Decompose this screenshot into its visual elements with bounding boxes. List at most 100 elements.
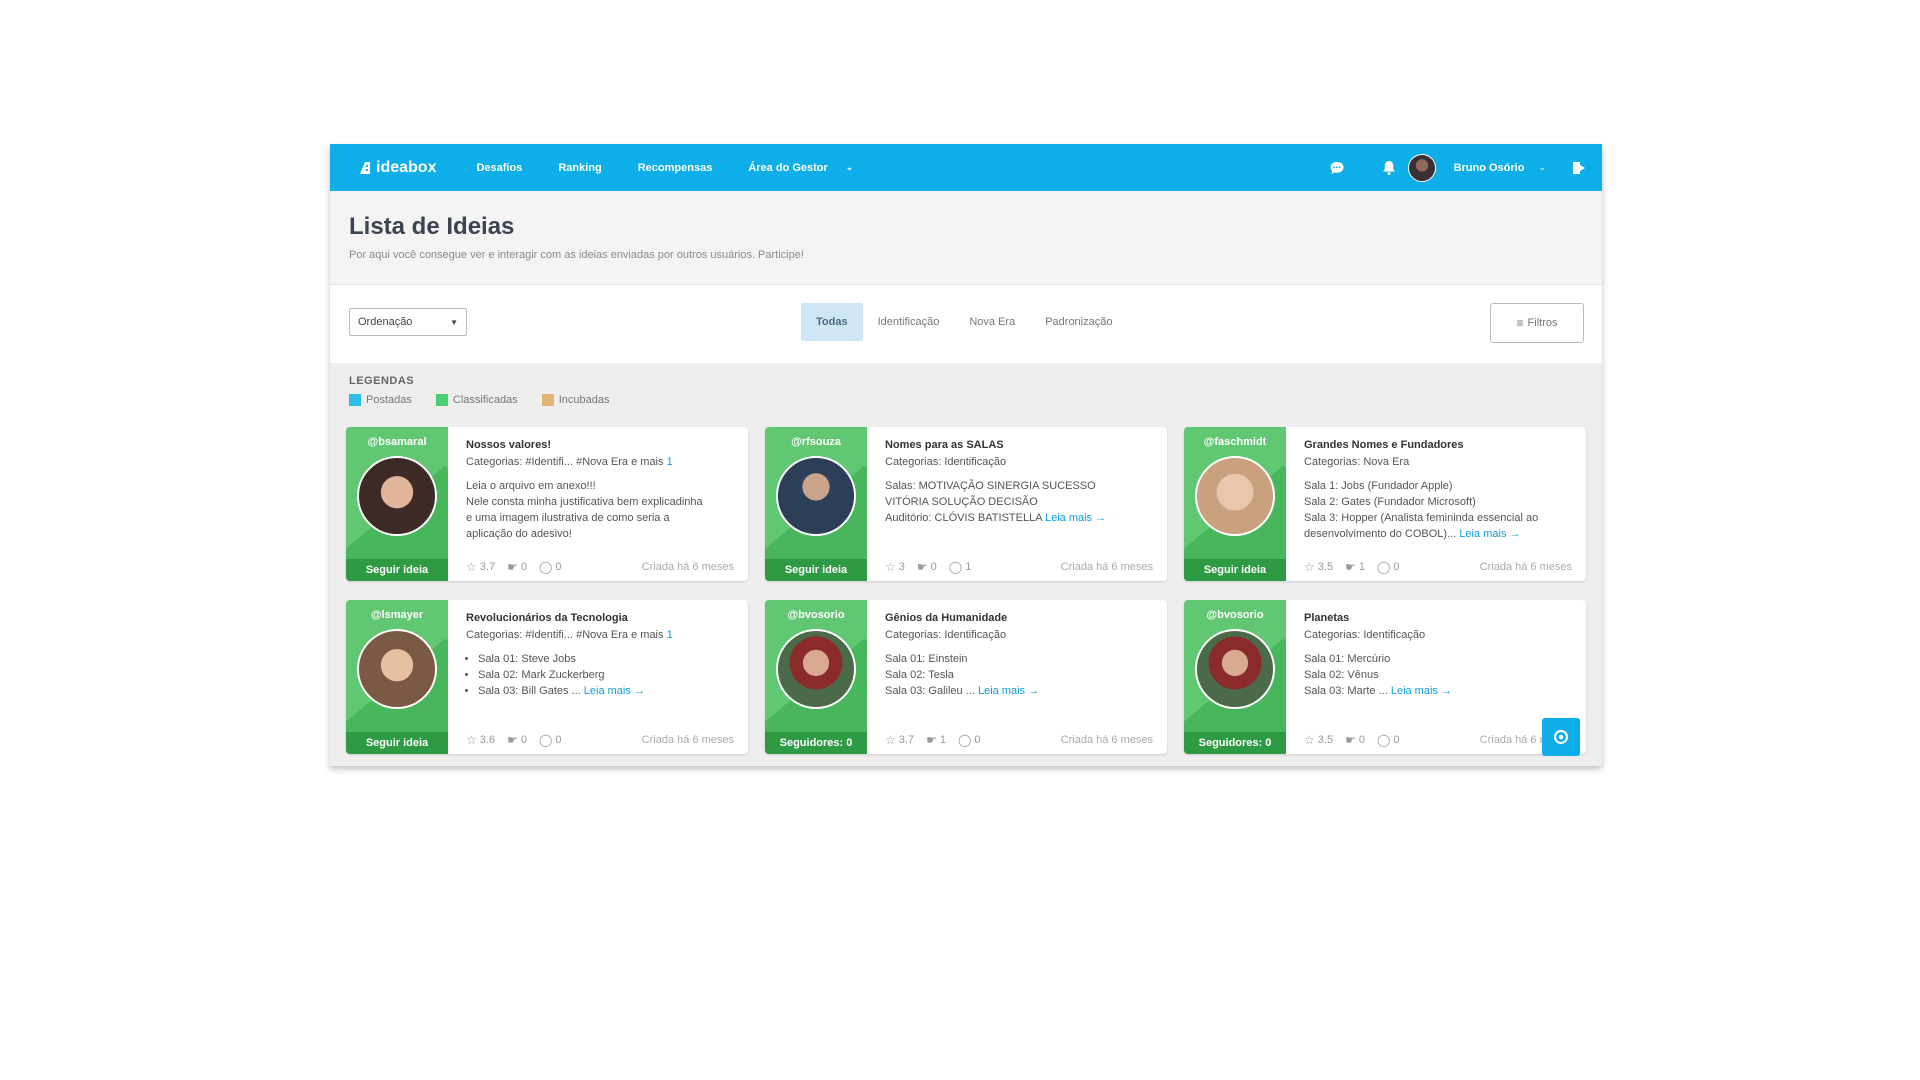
like-stat[interactable]: ☛ 1: [1345, 560, 1365, 574]
filters-label: Filtros: [1527, 317, 1558, 329]
idea-card[interactable]: @bvosorio Seguidores: 0 Planetas Categor…: [1184, 600, 1586, 754]
follow-idea-button[interactable]: Seguir ideia: [1184, 559, 1286, 581]
chat-icon[interactable]: [1328, 159, 1346, 177]
idea-description: Sala 1: Jobs (Fundador Apple) Sala 2: Ga…: [1304, 478, 1572, 542]
author-handle[interactable]: @bvosorio: [765, 609, 867, 621]
rating-stat[interactable]: ☆ 3.7: [466, 560, 495, 574]
author-handle[interactable]: @lsmayer: [346, 609, 448, 621]
idea-card[interactable]: @faschmidt Seguir ideia Grandes Nomes e …: [1184, 427, 1586, 581]
rating-stat[interactable]: ☆ 3.7: [885, 733, 914, 747]
rating-stat[interactable]: ☆ 3.6: [466, 733, 495, 747]
like-stat[interactable]: ☛ 0: [917, 560, 937, 574]
comment-stat[interactable]: ◯ 0: [1377, 560, 1400, 574]
read-more-link[interactable]: Leia mais →: [978, 685, 1039, 697]
idea-title[interactable]: Gênios da Humanidade: [885, 612, 1153, 624]
author-handle[interactable]: @faschmidt: [1184, 436, 1286, 448]
comment-stat[interactable]: ◯ 0: [1377, 733, 1400, 747]
created-date: Criada há 6 meses: [1060, 734, 1153, 746]
idea-title[interactable]: Grandes Nomes e Fundadores: [1304, 439, 1572, 451]
rating-stat[interactable]: ☆ 3.5: [1304, 560, 1333, 574]
idea-categories: Categorias: Identificação: [885, 456, 1153, 468]
thumbs-up-icon: ☛: [1345, 733, 1356, 747]
card-body: Planetas Categorias: Identificação Sala …: [1286, 600, 1586, 754]
card-author-panel: @bvosorio Seguidores: 0: [1184, 600, 1286, 754]
idea-title[interactable]: Nossos valores!: [466, 439, 734, 451]
desc-line: aplicação do adesivo!: [466, 528, 572, 540]
star-icon: ☆: [1304, 733, 1315, 747]
like-count: 0: [1358, 734, 1365, 746]
tab-padronizacao[interactable]: Padronização: [1030, 303, 1127, 341]
idea-card[interactable]: @bvosorio Seguidores: 0 Gênios da Humani…: [765, 600, 1167, 754]
idea-card[interactable]: @bsamaral Seguir ideia Nossos valores! C…: [346, 427, 748, 581]
created-date: Criada há 6 meses: [1479, 561, 1572, 573]
categories-label: Categorias:: [1304, 456, 1361, 468]
like-stat[interactable]: ☛ 0: [507, 733, 527, 747]
comment-stat[interactable]: ◯ 1: [949, 560, 972, 574]
nav-link-recompensas[interactable]: Recompensas: [638, 162, 713, 174]
author-avatar: [776, 456, 856, 536]
thumbs-up-icon: ☛: [916, 560, 928, 574]
desc-line: Sala 3: Hopper (Analista femininda essen…: [1304, 512, 1539, 524]
follow-idea-button[interactable]: Seguir ideia: [765, 559, 867, 581]
read-more-link[interactable]: Leia mais →: [584, 685, 645, 697]
bell-icon[interactable]: [1380, 159, 1398, 177]
idea-title[interactable]: Nomes para as SALAS: [885, 439, 1153, 451]
comment-stat[interactable]: ◯ 0: [539, 733, 562, 747]
idea-card[interactable]: @rfsouza Seguir ideia Nomes para as SALA…: [765, 427, 1167, 581]
like-count: 0: [520, 561, 527, 573]
comment-count: 0: [555, 734, 562, 746]
read-more-link[interactable]: Leia mais →: [1459, 528, 1520, 540]
card-footer: ☆ 3.6 ☛ 0 ◯ 0 Criada há 6 meses: [466, 733, 734, 747]
desc-text: Auditório: CLÓVIS BATISTELLA: [885, 512, 1042, 524]
categories-more-link[interactable]: 1: [667, 629, 673, 641]
filters-button[interactable]: ≡ Filtros: [1490, 303, 1584, 343]
sort-select[interactable]: Ordenação ▼: [349, 308, 467, 336]
idea-categories: Categorias: Nova Era: [1304, 456, 1572, 468]
author-handle[interactable]: @bvosorio: [1184, 609, 1286, 621]
read-more-link[interactable]: Leia mais →: [1045, 512, 1106, 524]
desc-text: desenvolvimento do COBOL)...: [1304, 528, 1457, 540]
idea-title[interactable]: Revolucionários da Tecnologia: [466, 612, 734, 624]
app-window: ideabox Desafios Ranking Recompensas Áre…: [330, 144, 1602, 766]
nav-link-ranking[interactable]: Ranking: [558, 162, 601, 174]
desc-line: Nele consta minha justificativa bem expl…: [466, 496, 703, 508]
idea-description: Sala 01: Steve Jobs Sala 02: Mark Zucker…: [466, 651, 734, 699]
thumbs-up-icon: ☛: [507, 733, 518, 747]
author-handle[interactable]: @bsamaral: [346, 436, 448, 448]
follow-idea-button[interactable]: Seguir ideia: [346, 732, 448, 754]
floating-action-button[interactable]: [1542, 718, 1580, 756]
tab-todas[interactable]: Todas: [801, 303, 863, 341]
categories-more-link[interactable]: 1: [667, 456, 673, 468]
like-stat[interactable]: ☛ 0: [507, 560, 527, 574]
desc-text: Sala 03: Galileu ...: [885, 685, 975, 697]
comment-icon: ◯: [538, 560, 553, 574]
nav-link-desafios[interactable]: Desafios: [476, 162, 522, 174]
card-footer: ☆ 3.7 ☛ 1 ◯ 0 Criada há 6 meses: [885, 733, 1153, 747]
idea-title[interactable]: Planetas: [1304, 612, 1572, 624]
thumbs-up-icon: ☛: [507, 560, 518, 574]
ideabox-logo[interactable]: ideabox: [358, 159, 436, 177]
rating-stat[interactable]: ☆ 3: [885, 560, 905, 574]
rating-value: 3.7: [898, 734, 915, 746]
nav-dropdown-gestor[interactable]: Área do Gestor ⌄: [748, 162, 853, 174]
comment-stat[interactable]: ◯ 0: [958, 733, 981, 747]
desc-line: Sala 02: Vênus: [1304, 669, 1379, 681]
tab-nova-era[interactable]: Nova Era: [954, 303, 1030, 341]
user-menu[interactable]: Bruno Osório ⌄: [1407, 153, 1570, 182]
follow-idea-button[interactable]: Seguir ideia: [346, 559, 448, 581]
rating-stat[interactable]: ☆ 3.5: [1304, 733, 1333, 747]
thumbs-up-icon: ☛: [1345, 560, 1356, 574]
logout-icon[interactable]: [1570, 159, 1588, 177]
user-name: Bruno Osório: [1453, 161, 1525, 174]
comment-stat[interactable]: ◯ 0: [539, 560, 562, 574]
read-more-link[interactable]: Leia mais →: [1391, 685, 1452, 697]
idea-card[interactable]: @lsmayer Seguir ideia Revolucionários da…: [346, 600, 748, 754]
created-date: Criada há 6 meses: [1060, 561, 1153, 573]
star-icon: ☆: [466, 560, 477, 574]
like-count: 0: [520, 734, 527, 746]
author-handle[interactable]: @rfsouza: [765, 436, 867, 448]
tab-identificacao[interactable]: Identificação: [863, 303, 955, 341]
like-stat[interactable]: ☛ 1: [926, 733, 946, 747]
like-stat[interactable]: ☛ 0: [1345, 733, 1365, 747]
legend-label: Postadas: [366, 394, 412, 406]
